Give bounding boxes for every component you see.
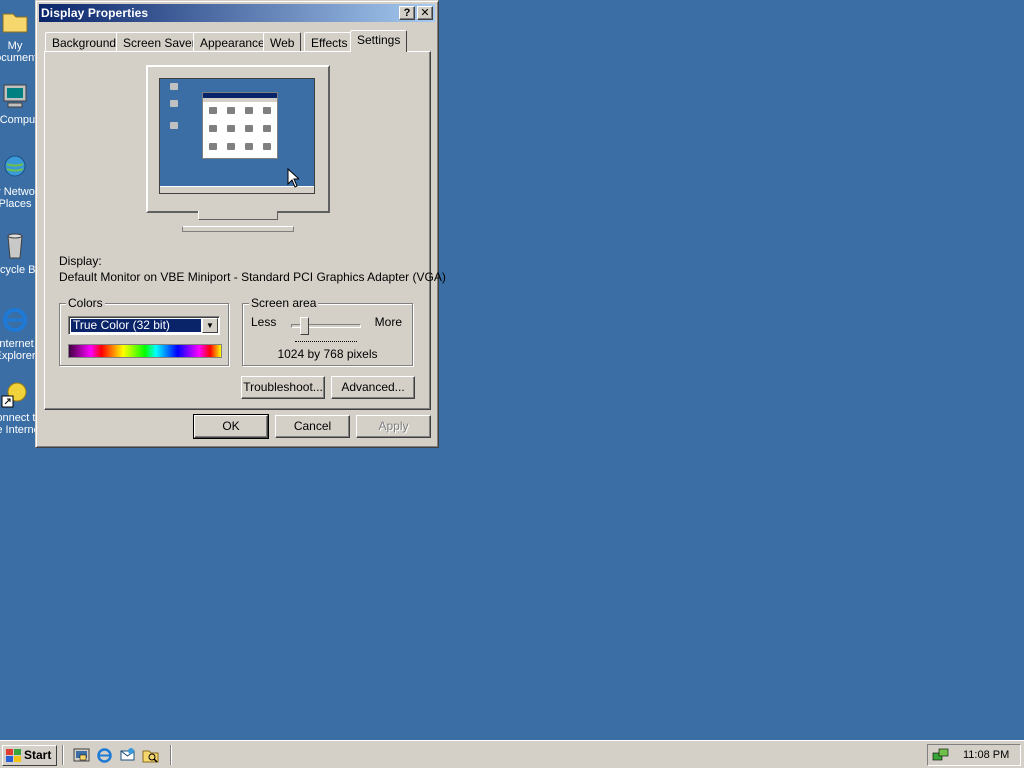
taskbar: Start 11:08 PM <box>0 740 1024 768</box>
start-label: Start <box>24 748 52 762</box>
internet-explorer-icon <box>3 308 27 332</box>
colors-select[interactable]: True Color (32 bit) ▼ <box>68 316 220 335</box>
colors-selected-value: True Color (32 bit) <box>70 318 202 333</box>
color-spectrum-bar <box>68 344 222 358</box>
screen-area-slider-thumb[interactable] <box>300 317 310 335</box>
tab-web[interactable]: Web <box>263 32 302 51</box>
troubleshoot-button[interactable]: Troubleshoot... <box>241 376 325 399</box>
tab-appearance[interactable]: Appearance <box>193 32 272 51</box>
mini-desktop-icon <box>170 100 178 107</box>
taskbar-separator <box>170 745 172 765</box>
window-title: Display Properties <box>41 6 149 20</box>
system-tray: 11:08 PM <box>927 744 1021 766</box>
recycle-bin-icon <box>7 233 23 259</box>
folder-icon <box>2 13 28 33</box>
ok-button[interactable]: OK <box>193 414 269 439</box>
less-label: Less <box>251 315 277 329</box>
monitor-neck <box>198 211 278 220</box>
start-button[interactable]: Start <box>2 745 57 766</box>
monitor-preview <box>146 65 330 213</box>
tab-screen-saver[interactable]: Screen Saver <box>116 32 203 51</box>
clock[interactable]: 11:08 PM <box>963 749 1009 761</box>
taskbar-separator <box>62 745 64 765</box>
display-value: Default Monitor on VBE Miniport - Standa… <box>59 270 446 284</box>
windows-flag-icon <box>6 749 21 762</box>
show-desktop-icon[interactable] <box>73 747 90 764</box>
windows-explorer-icon[interactable] <box>142 747 159 764</box>
advanced-button[interactable]: Advanced... <box>331 376 415 399</box>
network-globe-icon <box>4 155 26 177</box>
computer-icon <box>3 84 27 108</box>
tab-settings[interactable]: Settings <box>350 30 408 52</box>
dropdown-arrow-icon[interactable]: ▼ <box>202 318 218 333</box>
mouse-cursor-icon <box>287 168 299 188</box>
mini-window <box>202 92 278 159</box>
screen-area-group-title: Screen area <box>249 296 319 310</box>
tab-background[interactable]: Background <box>45 32 124 51</box>
network-connection-icon[interactable] <box>932 747 950 763</box>
close-button[interactable]: ✕ <box>417 6 433 20</box>
internet-explorer-icon[interactable] <box>96 747 113 764</box>
display-properties-window: Display Properties ? ✕ Background Screen… <box>35 0 446 448</box>
display-label: Display: <box>59 254 102 268</box>
colors-group-title: Colors <box>66 296 105 310</box>
mini-desktop-icon <box>170 83 178 90</box>
screen-area-group: Screen area Less More 1024 by 768 pixels <box>242 296 413 366</box>
title-bar[interactable]: Display Properties ? ✕ <box>39 4 435 22</box>
connect-wizard-icon <box>1 382 27 408</box>
cancel-button[interactable]: Cancel <box>275 415 350 438</box>
colors-group: Colors True Color (32 bit) ▼ <box>59 296 229 366</box>
outlook-express-icon[interactable] <box>119 747 136 764</box>
settings-panel: Display: Default Monitor on VBE Miniport… <box>44 51 446 410</box>
slider-ticks <box>295 338 357 342</box>
monitor-base <box>182 226 294 232</box>
more-label: More <box>374 315 402 329</box>
tab-effects[interactable]: Effects <box>304 32 355 51</box>
mini-desktop-icon <box>170 122 178 129</box>
apply-button[interactable]: Apply <box>356 415 431 438</box>
resolution-value: 1024 by 768 pixels <box>277 347 378 361</box>
help-button[interactable]: ? <box>399 6 415 20</box>
